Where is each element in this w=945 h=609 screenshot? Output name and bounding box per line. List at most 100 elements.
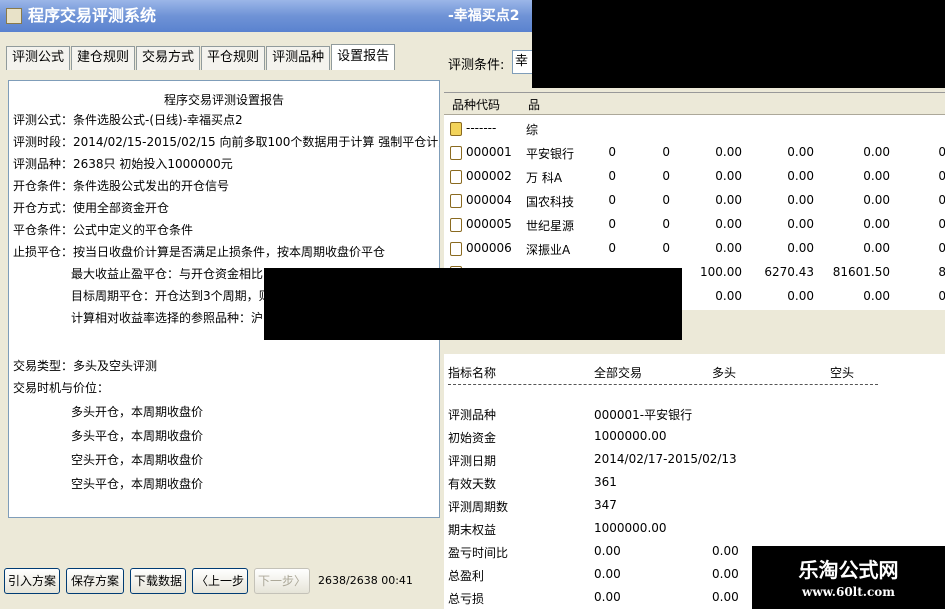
stats-row-all: 1000000.00 [594,429,667,443]
stats-row-all: 361 [594,475,617,489]
row-cell[interactable]: 0.00 [787,241,814,255]
redaction-block [264,268,682,340]
report-line: 空头开仓，本周期收盘价 [71,453,204,467]
report-line: 计算相对收益率选择的参照品种：沪 [71,311,264,325]
row-name[interactable]: 世纪星源 [526,217,574,234]
column-header-name[interactable]: 品 [528,96,540,113]
report-title: 程序交易评测设置报告 [163,93,284,107]
row-code[interactable]: 000006 [466,241,512,255]
row-cell[interactable]: 0 [662,217,670,231]
row-cell[interactable]: 0.00 [863,169,890,183]
row-cell[interactable]: 0.00 [715,241,742,255]
stats-row-name: 评测日期 [448,454,497,468]
row-cell[interactable]: 0.00 [787,193,814,207]
row-cell[interactable]: 0 [938,289,945,303]
row-name[interactable]: 深振业A [526,241,570,258]
report-line: 交易时机与价位： [13,381,110,395]
report-line: 最大收益止盈平仓：与开仓资金相比 [71,267,264,281]
row-name[interactable]: 综 [526,121,538,138]
prev-step-button[interactable]: 〈上一步 [192,568,248,594]
row-name[interactable]: 国农科技 [526,193,574,210]
stats-row-all: 0.00 [594,567,621,581]
tab-trade-mode[interactable]: 交易方式 [136,46,201,70]
stats-row-all: 1000000.00 [594,521,667,535]
bottom-toolbar: 引入方案 保存方案 下载数据 〈上一步 下一步〉 2638/2638 00:41 [0,562,445,602]
row-cell[interactable]: 81601.50 [833,265,890,279]
tab-close-rules[interactable]: 平仓规则 [201,46,266,70]
row-cell[interactable]: 0 [938,193,945,207]
row-cell[interactable]: 0 [662,145,670,159]
row-code[interactable]: 000005 [466,217,512,231]
next-step-button[interactable]: 下一步〉 [254,568,310,594]
report-line: 开仓条件：条件选股公式发出的开仓信号 [13,179,230,193]
row-cell[interactable]: 0.00 [715,145,742,159]
row-cell[interactable]: 0.00 [863,145,890,159]
watermark-url: www.60lt.com [802,585,895,599]
row-cell[interactable]: 0 [938,217,945,231]
file-icon [450,170,462,184]
stats-header-short: 空头 [830,366,855,380]
row-name[interactable]: 平安银行 [526,145,574,162]
row-code[interactable]: 000002 [466,169,512,183]
row-cell[interactable]: 0 [938,145,945,159]
tab-formula[interactable]: 评测公式 [6,46,71,70]
report-line: 开仓方式：使用全部资金开仓 [13,201,170,215]
column-header-code[interactable]: 品种代码 [452,96,500,113]
row-cell[interactable]: 0.00 [787,169,814,183]
tab-open-rules[interactable]: 建仓规则 [71,46,136,70]
window-titlebar[interactable]: 程序交易评测系统 [0,0,445,32]
tab-settings-report[interactable]: 设置报告 [331,44,396,70]
import-plan-button[interactable]: 引入方案 [4,568,60,594]
row-cell[interactable]: 0.00 [787,289,814,303]
row-cell[interactable]: 0.00 [715,289,742,303]
row-cell[interactable]: 0.00 [863,193,890,207]
row-cell[interactable]: 0 [608,169,616,183]
row-cell[interactable]: 0.00 [863,241,890,255]
row-cell[interactable]: 0.00 [863,217,890,231]
report-line: 平仓条件：公式中定义的平仓条件 [13,223,194,237]
folder-icon [450,122,462,136]
window-title: 程序交易评测系统 [28,6,157,25]
row-code[interactable]: 000004 [466,193,512,207]
stats-header-all: 全部交易 [594,366,643,380]
stats-row-name: 总盈利 [448,569,485,583]
row-cell[interactable]: 0.00 [863,289,890,303]
report-line: 评测公式：条件选股公式-(日线)-幸福买点2 [13,113,243,127]
report-line: 目标周期平仓：开仓达到3个周期，则 [71,289,271,303]
row-cell[interactable]: 100.00 [700,265,742,279]
results-window-title[interactable]: -幸福买点2 [444,0,536,32]
tab-bar: 评测公式 建仓规则 交易方式 平仓规则 评测品种 设置报告 [6,44,396,70]
row-cell[interactable]: 6270.43 [764,265,814,279]
row-cell[interactable]: 0 [662,169,670,183]
grid-header: 品种代码 品 [444,93,945,115]
row-name[interactable]: 万 科A [526,169,562,186]
save-plan-button[interactable]: 保存方案 [66,568,124,594]
row-cell[interactable]: 0 [938,241,945,255]
stats-row-all: 347 [594,498,617,512]
progress-status: 2638/2638 00:41 [318,574,413,587]
tab-symbols[interactable]: 评测品种 [266,46,331,70]
row-cell[interactable]: 0.00 [715,217,742,231]
condition-label: 评测条件: [448,58,505,73]
row-cell[interactable]: 0 [608,241,616,255]
row-cell[interactable]: 0 [662,241,670,255]
row-cell[interactable]: 0 [608,217,616,231]
row-cell[interactable]: 0 [938,169,945,183]
stats-row-long: 0.00 [712,544,739,558]
download-data-button[interactable]: 下载数据 [130,568,186,594]
row-cell[interactable]: 0.00 [715,169,742,183]
report-line: 评测品种：2638只 初始投入1000000元 [13,157,233,171]
row-code[interactable]: ------- [466,121,496,135]
row-cell[interactable]: 0.00 [715,193,742,207]
row-cell[interactable]: 0.00 [787,145,814,159]
watermark-title: 乐淘公式网 [798,558,899,582]
row-cell[interactable]: 0 [662,193,670,207]
row-code[interactable]: 000001 [466,145,512,159]
row-cell[interactable]: 8 [938,265,945,279]
row-cell[interactable]: 0 [608,193,616,207]
file-icon [450,194,462,208]
redaction-block [532,0,945,88]
row-cell[interactable]: 0.00 [787,217,814,231]
stats-row-name: 有效天数 [448,477,497,491]
row-cell[interactable]: 0 [608,145,616,159]
